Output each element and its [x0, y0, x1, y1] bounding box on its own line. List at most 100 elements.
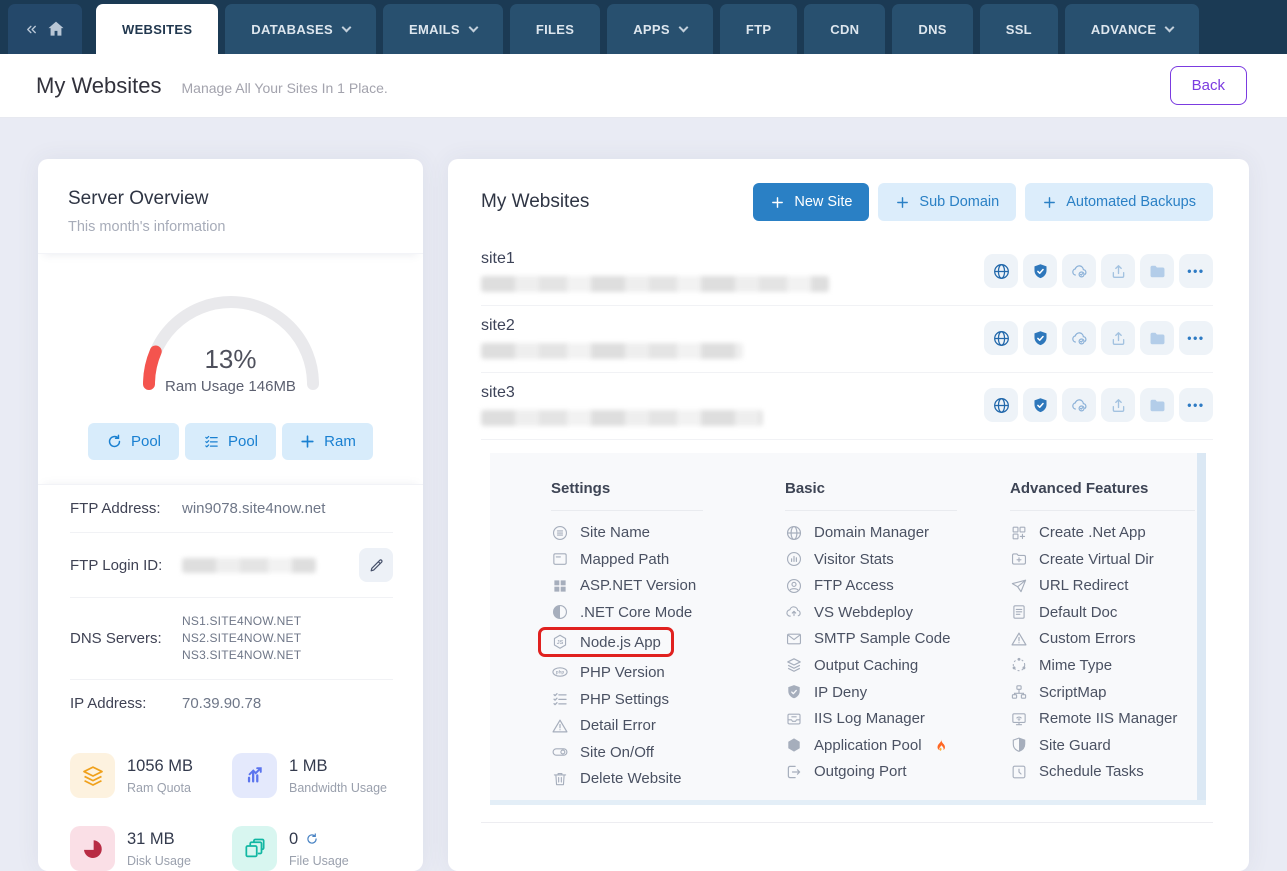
- warning-icon: [1010, 630, 1028, 648]
- menu-item-net-core-mode[interactable]: .NET Core Mode: [551, 603, 692, 622]
- inbox-icon: [785, 710, 803, 728]
- site-url-redacted: [481, 343, 743, 359]
- websites-title: My Websites: [481, 191, 590, 212]
- menu-item-domain-manager[interactable]: Domain Manager: [785, 523, 929, 542]
- menu-item-mapped-path[interactable]: Mapped Path: [551, 550, 669, 569]
- browse-site-button[interactable]: [984, 388, 1018, 422]
- more-actions-button[interactable]: •••: [1179, 254, 1213, 288]
- site-files-button[interactable]: [1140, 388, 1174, 422]
- plus-icon: [299, 433, 316, 450]
- basic-column: Basic Domain Manager Visitor Stats FTP A…: [785, 480, 1010, 800]
- ram-quota-stat: 1056 MB Ram Quota: [70, 753, 232, 798]
- ellipsis-icon: •••: [1187, 398, 1205, 412]
- refresh-icon[interactable]: [305, 832, 319, 846]
- site-name[interactable]: site3: [481, 384, 763, 402]
- new-site-button[interactable]: New Site: [753, 183, 870, 221]
- shield-solid-icon: [785, 683, 803, 701]
- menu-item-nodejs-app[interactable]: Node.js App: [538, 627, 674, 658]
- menu-scrollbar[interactable]: [1197, 453, 1206, 800]
- tab-cdn[interactable]: CDN: [804, 4, 886, 54]
- menu-item-iis-log-manager[interactable]: IIS Log Manager: [785, 709, 925, 728]
- pool-settings-button[interactable]: Pool: [185, 423, 276, 460]
- ram-gauge-section: 13% Ram Usage 146MB Pool Pool Ram: [38, 254, 423, 484]
- menu-item-custom-errors[interactable]: Custom Errors: [1010, 629, 1136, 648]
- menu-item-detail-error[interactable]: Detail Error: [551, 716, 656, 735]
- menu-item-ip-deny[interactable]: IP Deny: [785, 683, 867, 702]
- menu-item-remote-iis-manager[interactable]: Remote IIS Manager: [1010, 709, 1177, 728]
- more-actions-button[interactable]: •••: [1179, 321, 1213, 355]
- site-name[interactable]: site2: [481, 317, 743, 335]
- tab-apps[interactable]: APPS: [607, 4, 713, 54]
- recycle-pool-button[interactable]: Pool: [88, 423, 179, 460]
- trash-icon: [551, 770, 569, 788]
- home-button[interactable]: [8, 4, 82, 54]
- menu-item-visitor-stats[interactable]: Visitor Stats: [785, 550, 894, 569]
- menu-item-smtp-sample-code[interactable]: SMTP Sample Code: [785, 629, 950, 648]
- sub-domain-button[interactable]: Sub Domain: [878, 183, 1017, 221]
- menu-item-url-redirect[interactable]: URL Redirect: [1010, 576, 1128, 595]
- server-overview-title: Server Overview: [68, 188, 209, 209]
- menu-item-site-name[interactable]: Site Name: [551, 523, 650, 542]
- menu-item-default-doc[interactable]: Default Doc: [1010, 603, 1117, 622]
- shield-check-icon: [1031, 329, 1050, 348]
- cloud-status-button[interactable]: [1062, 254, 1096, 288]
- bar-chart-icon: [232, 753, 277, 798]
- page-header: My Websites Manage All Your Sites In 1 P…: [0, 54, 1287, 118]
- chevron-down-icon: [468, 22, 479, 33]
- menu-item-create-net-app[interactable]: Create .Net App: [1010, 523, 1146, 542]
- plus-icon: [1042, 195, 1057, 210]
- cloud-status-button[interactable]: [1062, 388, 1096, 422]
- menu-item-outgoing-port[interactable]: Outgoing Port: [785, 762, 907, 781]
- tab-ftp[interactable]: FTP: [719, 4, 798, 54]
- tab-emails[interactable]: EMAILS: [382, 4, 503, 54]
- menu-item-ftp-access[interactable]: FTP Access: [785, 576, 894, 595]
- ftp-address-row: FTP Address: win9078.site4now.net: [70, 485, 393, 533]
- menu-item-application-pool[interactable]: Application Pool: [785, 736, 948, 755]
- site-security-button[interactable]: [1023, 254, 1057, 288]
- site-security-button[interactable]: [1023, 321, 1057, 355]
- tab-files[interactable]: FILES: [509, 4, 601, 54]
- page-subtitle: Manage All Your Sites In 1 Place.: [181, 79, 388, 96]
- bandwidth-usage-stat: 1 MB Bandwidth Usage: [232, 753, 393, 798]
- automated-backups-button[interactable]: Automated Backups: [1025, 183, 1213, 221]
- divider: [481, 822, 1213, 823]
- menu-item-delete-website[interactable]: Delete Website: [551, 769, 681, 788]
- clock-icon: [1010, 763, 1028, 781]
- site-files-button[interactable]: [1140, 321, 1174, 355]
- ram-usage-label: Ram Usage 146MB: [165, 378, 296, 395]
- menu-item-site-on-off[interactable]: Site On/Off: [551, 743, 654, 762]
- menu-item-schedule-tasks[interactable]: Schedule Tasks: [1010, 762, 1144, 781]
- top-navigation: WEBSITES DATABASES EMAILS FILES APPS FTP…: [0, 0, 1287, 54]
- site-name[interactable]: site1: [481, 250, 829, 268]
- menu-item-output-caching[interactable]: Output Caching: [785, 656, 918, 675]
- add-ram-button[interactable]: Ram: [282, 423, 373, 460]
- tab-ssl[interactable]: SSL: [979, 4, 1058, 54]
- publish-site-button[interactable]: [1101, 254, 1135, 288]
- site-security-button[interactable]: [1023, 388, 1057, 422]
- tab-dns[interactable]: DNS: [892, 4, 973, 54]
- browse-site-button[interactable]: [984, 321, 1018, 355]
- folder-icon: [1148, 262, 1167, 281]
- menu-item-scriptmap[interactable]: ScriptMap: [1010, 683, 1107, 702]
- menu-item-php-settings[interactable]: PHP Settings: [551, 690, 669, 709]
- publish-site-button[interactable]: [1101, 388, 1135, 422]
- menu-item-site-guard[interactable]: Site Guard: [1010, 736, 1111, 755]
- tab-databases[interactable]: DATABASES: [225, 4, 376, 54]
- menu-item-vs-webdeploy[interactable]: VS Webdeploy: [785, 603, 913, 622]
- tab-websites[interactable]: WEBSITES: [96, 4, 219, 54]
- pencil-icon: [368, 557, 385, 574]
- edit-ftp-login-button[interactable]: [359, 548, 393, 582]
- site-files-button[interactable]: [1140, 254, 1174, 288]
- menu-item-create-virtual-dir[interactable]: Create Virtual Dir: [1010, 550, 1154, 569]
- browse-site-button[interactable]: [984, 254, 1018, 288]
- menu-item-mime-type[interactable]: Mime Type: [1010, 656, 1112, 675]
- tab-advance[interactable]: ADVANCE: [1064, 4, 1200, 54]
- menu-item-php-version[interactable]: PHP Version: [551, 663, 665, 682]
- ftp-login-redacted: [182, 557, 316, 573]
- more-actions-button[interactable]: •••: [1179, 388, 1213, 422]
- back-button[interactable]: Back: [1169, 66, 1247, 105]
- cloud-status-button[interactable]: [1062, 321, 1096, 355]
- menu-item-aspnet-version[interactable]: ASP.NET Version: [551, 576, 696, 595]
- globe-icon: [785, 524, 803, 542]
- publish-site-button[interactable]: [1101, 321, 1135, 355]
